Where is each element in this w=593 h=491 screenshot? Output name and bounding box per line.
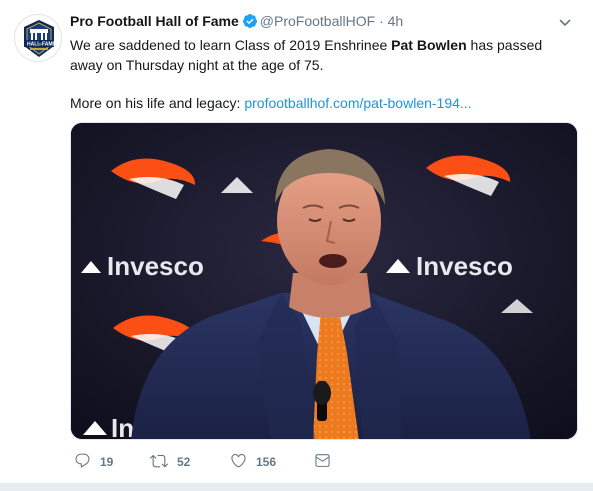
tweet-text-bold: Pat Bowlen: [391, 37, 467, 53]
like-button[interactable]: 156: [230, 452, 276, 472]
header-separator: ·: [379, 13, 384, 29]
retweet-button[interactable]: 52: [150, 452, 190, 472]
invesco-text-right: Invesco: [416, 251, 513, 281]
reply-button[interactable]: 19: [74, 452, 113, 472]
retweet-icon: [150, 452, 168, 473]
retweet-count: 52: [177, 455, 191, 469]
verified-badge-icon: [242, 13, 258, 34]
tweet-header: Pro Football Hall of Fame @ProFootballHOF…: [70, 12, 578, 32]
tweet-card[interactable]: HALL OF FAME Pro Football Hall of Fame @P…: [0, 0, 593, 484]
tweet-timestamp[interactable]: 4h: [388, 13, 404, 29]
tweet-more-label: More on his life and legacy:: [70, 95, 245, 111]
tweet-text: We are saddened to learn Class of 2019 E…: [70, 35, 578, 113]
envelope-icon: [314, 452, 331, 472]
invesco-text-left: Invesco: [107, 251, 204, 281]
like-count: 156: [256, 455, 277, 469]
tweet-photo[interactable]: Invesco Invesco Invesco: [70, 122, 578, 440]
direct-message-button[interactable]: [314, 452, 331, 472]
author-name[interactable]: Pro Football Hall of Fame: [70, 13, 239, 29]
avatar[interactable]: HALL OF FAME: [14, 14, 62, 62]
pat-bowlen-photo: Invesco Invesco Invesco: [71, 123, 577, 439]
heart-icon: [230, 452, 247, 472]
hall-of-fame-logo: HALL OF FAME: [24, 20, 57, 57]
tweet-content: Pro Football Hall of Fame @ProFootballHOF…: [70, 12, 578, 113]
author-handle[interactable]: @ProFootballHOF: [260, 13, 375, 29]
tweet-text-part: We are saddened to learn Class of 2019 E…: [70, 37, 392, 53]
reply-icon: [74, 452, 91, 472]
reply-count: 19: [100, 455, 114, 469]
chevron-down-icon[interactable]: [558, 16, 572, 35]
avatar-text-fame: FAME: [42, 42, 57, 48]
tweet-link[interactable]: profootballhof.com/pat-bowlen-194...: [244, 95, 471, 111]
